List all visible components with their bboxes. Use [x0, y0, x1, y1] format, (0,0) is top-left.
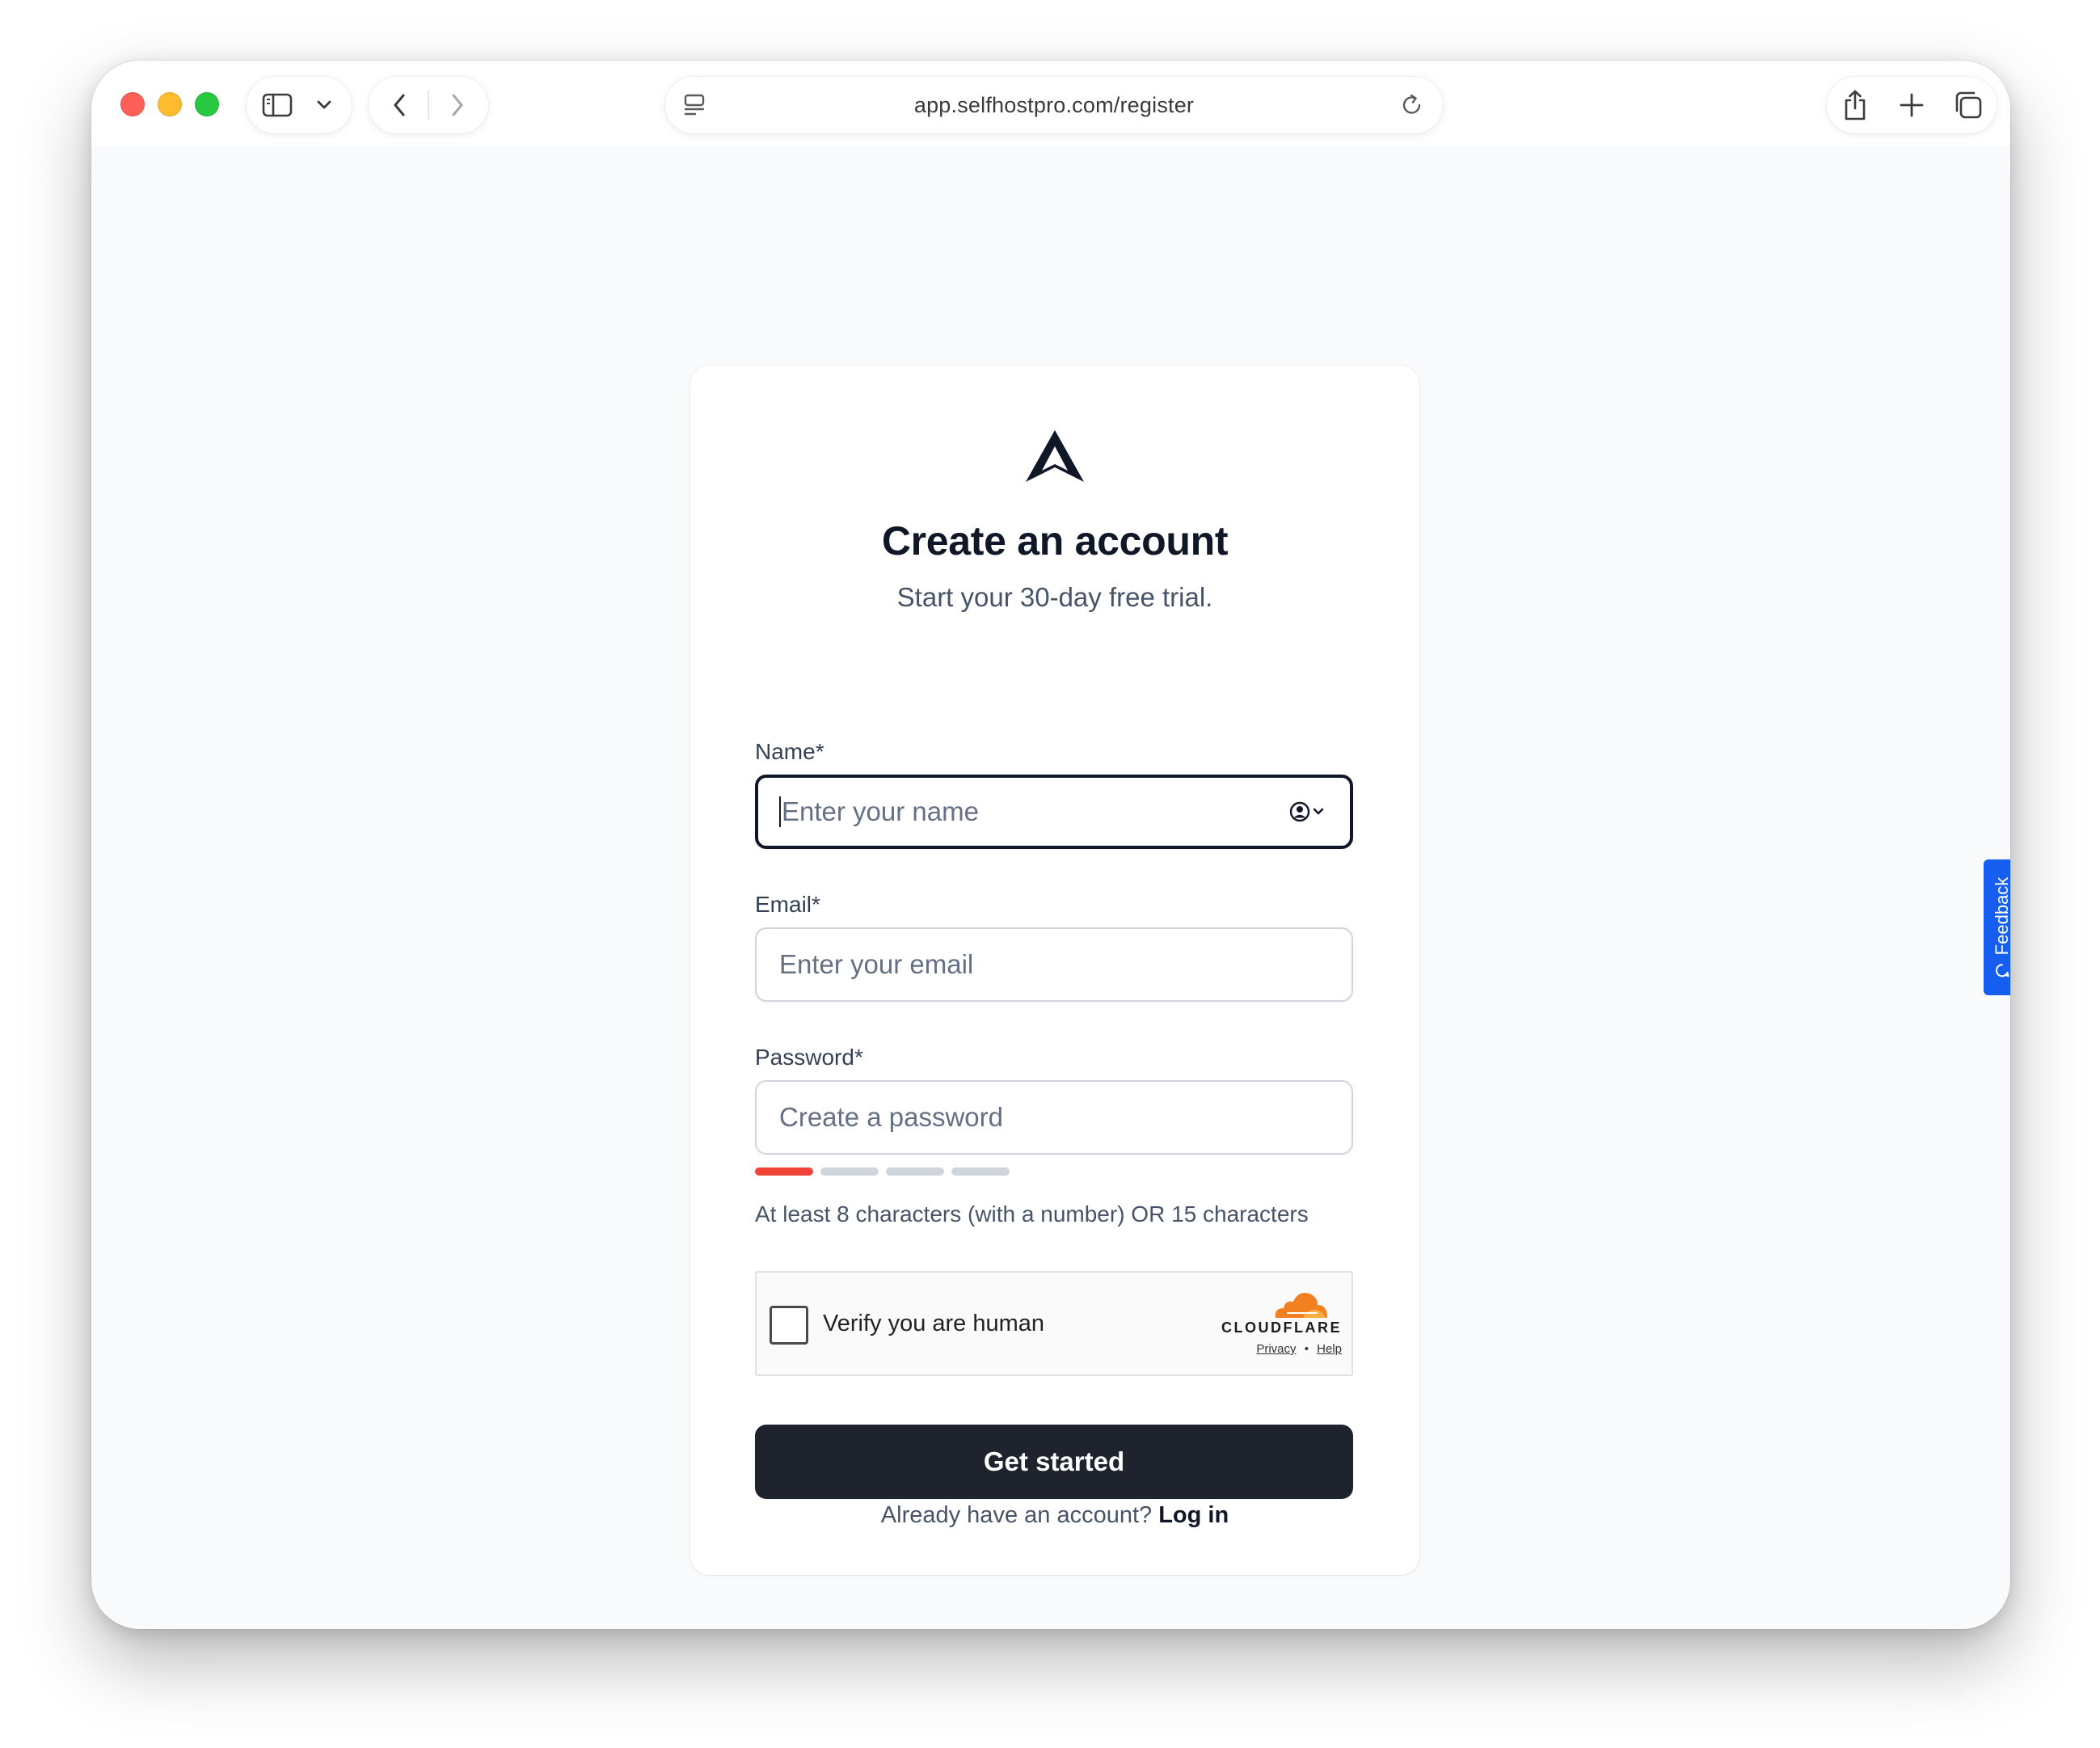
password-input[interactable]: Create a password — [755, 1080, 1353, 1155]
login-link[interactable]: Log in — [1158, 1502, 1229, 1528]
triangle-logo-icon — [1026, 430, 1084, 482]
login-prompt-text: Already have an account? — [880, 1502, 1153, 1528]
minimize-window-button[interactable] — [158, 92, 182, 116]
share-icon[interactable] — [1835, 85, 1875, 125]
cloudflare-wordmark: CLOUDFLARE — [1221, 1319, 1342, 1336]
password-placeholder: Create a password — [779, 1102, 1003, 1132]
sidebar-icon[interactable] — [258, 89, 297, 121]
forward-icon[interactable] — [438, 89, 477, 121]
password-label: Password* — [755, 1045, 863, 1070]
zoom-window-button[interactable] — [195, 92, 219, 116]
feedback-label: Feedback — [1992, 876, 2010, 956]
captcha-widget: Verify you are human CLOUDFLARE Privacy … — [755, 1271, 1353, 1376]
email-placeholder: Enter your email — [779, 949, 974, 979]
register-card: Create an account Start your 30-day free… — [690, 365, 1419, 1575]
feedback-tab-content: Feedback — [1992, 877, 2010, 978]
strength-segment — [820, 1167, 879, 1176]
window-actions-group — [1827, 77, 1997, 133]
close-window-button[interactable] — [120, 92, 145, 116]
cloudflare-branding: CLOUDFLARE Privacy • Help — [1204, 1289, 1342, 1362]
text-caret — [779, 796, 781, 827]
captcha-links: Privacy • Help — [1256, 1342, 1342, 1356]
tabs-overview-icon[interactable] — [1948, 85, 1988, 125]
email-label: Email* — [755, 892, 820, 917]
captcha-checkbox[interactable] — [770, 1306, 808, 1345]
reload-icon[interactable] — [1396, 89, 1428, 121]
name-input-content: Enter your name — [779, 778, 979, 846]
chevron-down-icon[interactable] — [308, 89, 340, 121]
new-tab-plus-icon[interactable] — [1891, 85, 1932, 125]
password-strength-meter — [755, 1167, 1014, 1176]
contact-autofill-icon[interactable] — [1288, 800, 1329, 824]
captcha-privacy-link[interactable]: Privacy — [1256, 1342, 1296, 1356]
navigation-control-group — [369, 77, 488, 133]
email-input[interactable]: Enter your email — [755, 927, 1353, 1002]
strength-segment — [755, 1167, 813, 1176]
browser-window: app.selfhostpro.com/register Create an a… — [91, 61, 2010, 1629]
login-prompt: Already have an account? Log in — [690, 1502, 1419, 1529]
back-icon[interactable] — [380, 89, 419, 121]
address-bar[interactable]: app.selfhostpro.com/register — [665, 77, 1443, 133]
password-hint: At least 8 characters (with a number) OR… — [755, 1201, 1309, 1227]
captcha-help-link[interactable]: Help — [1317, 1342, 1342, 1356]
page-subtitle: Start your 30-day free trial. — [896, 582, 1213, 612]
nav-divider — [428, 91, 429, 120]
strength-segment — [951, 1167, 1010, 1176]
get-started-button[interactable]: Get started — [755, 1425, 1353, 1499]
name-input[interactable]: Enter your name — [755, 775, 1353, 849]
name-placeholder: Enter your name — [782, 796, 979, 826]
sidebar-control-group — [247, 77, 352, 133]
feedback-tab[interactable]: Feedback — [1984, 859, 2010, 995]
captcha-link-separator: • — [1304, 1342, 1309, 1356]
feedback-bubble-icon — [1995, 964, 2009, 977]
browser-toolbar: app.selfhostpro.com/register — [91, 61, 2010, 146]
page-title: Create an account — [881, 518, 1229, 564]
name-label: Name* — [755, 739, 824, 764]
captcha-label: Verify you are human — [823, 1311, 1045, 1336]
cloudflare-cloud-icon — [1275, 1293, 1327, 1318]
strength-segment — [886, 1167, 944, 1176]
url-text: app.selfhostpro.com/register — [913, 93, 1195, 117]
